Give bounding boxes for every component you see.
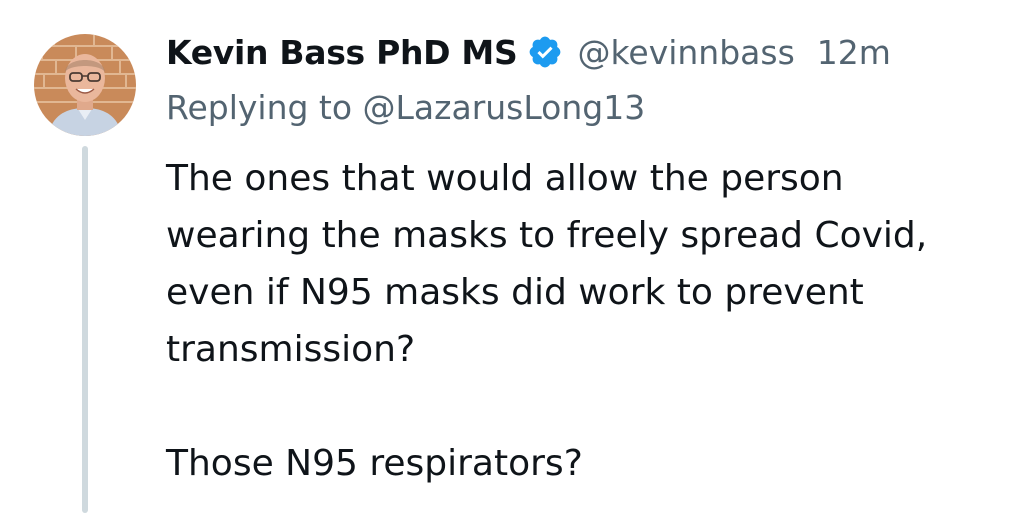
tweet-text: The ones that would allow the person wea…: [166, 150, 996, 492]
tweet-paragraph: The ones that would allow the person wea…: [166, 158, 928, 370]
author-handle[interactable]: @kevinnbass: [577, 33, 794, 72]
verified-badge-icon[interactable]: [527, 34, 563, 70]
replying-to-label: Replying to: [166, 88, 363, 127]
tweet: Kevin Bass PhD MS @kevinnbass 12m Replyi…: [0, 0, 1024, 513]
thread-connector-line: [82, 146, 88, 513]
replying-to-mention[interactable]: @LazarusLong13: [363, 88, 646, 127]
avatar[interactable]: [34, 34, 136, 136]
replying-to-line: Replying to @LazarusLong13: [166, 88, 645, 127]
tweet-timestamp[interactable]: 12m: [817, 33, 891, 72]
avatar-photo-icon: [34, 34, 136, 136]
tweet-paragraph: Those N95 respirators?: [166, 443, 583, 484]
tweet-header: Kevin Bass PhD MS @kevinnbass 12m: [166, 30, 891, 74]
author-name[interactable]: Kevin Bass PhD MS: [166, 33, 518, 72]
